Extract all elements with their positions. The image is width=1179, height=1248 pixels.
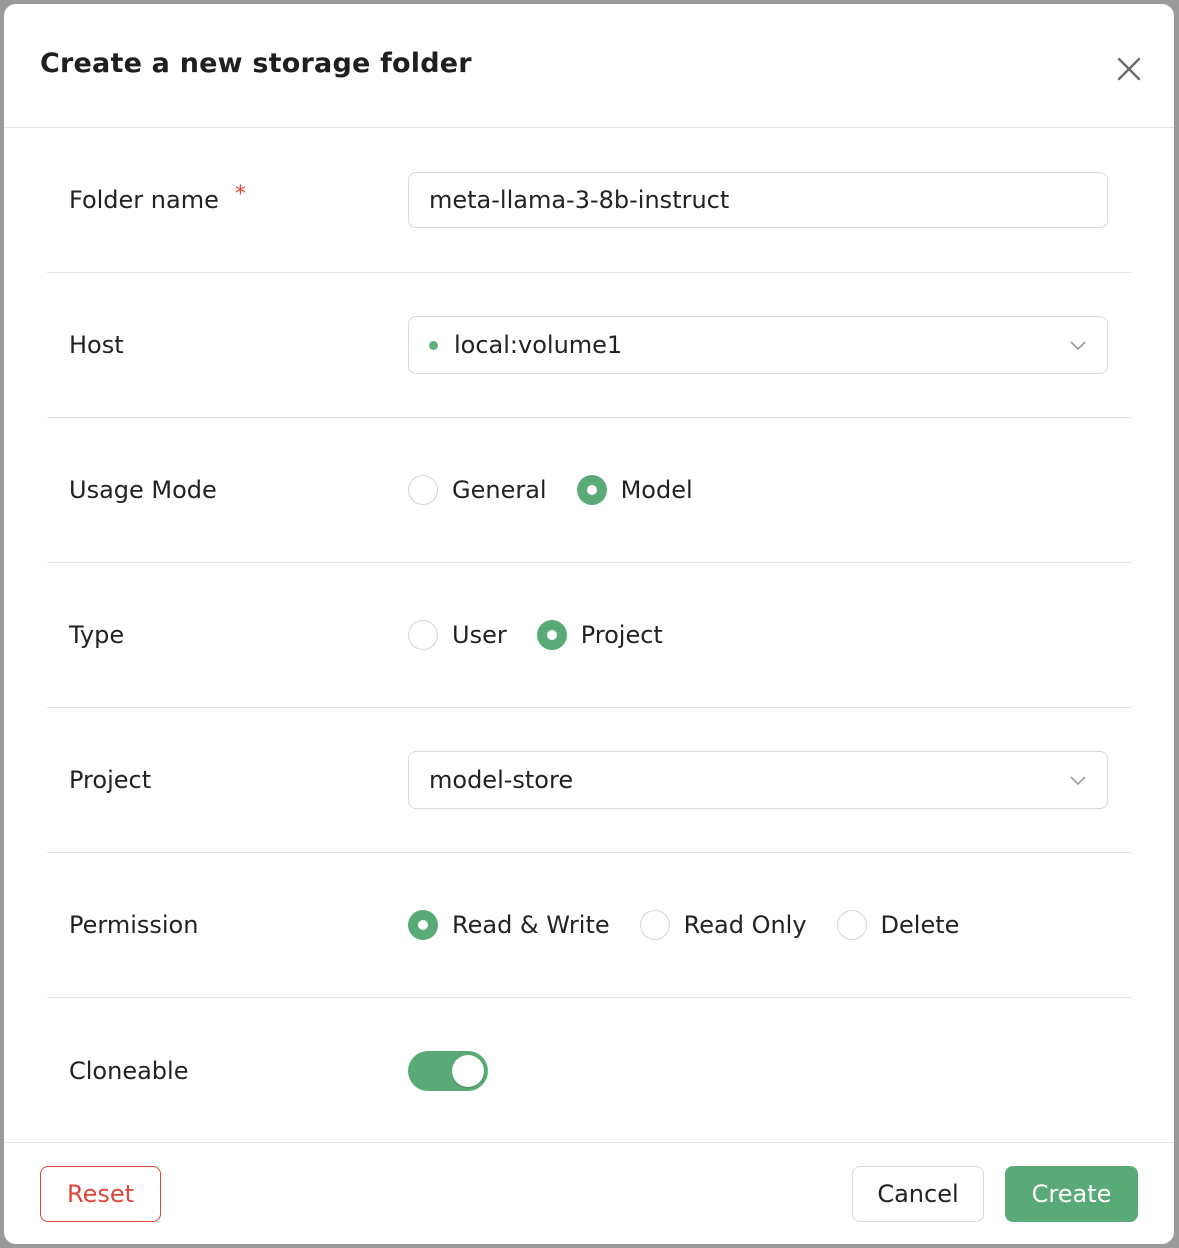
required-marker: * [234, 181, 246, 207]
usage-mode-option-model[interactable]: Model [576, 475, 693, 505]
type-option-project[interactable]: Project [536, 620, 663, 650]
radio-button-checked[interactable] [576, 475, 607, 505]
usage-mode-label: Usage Mode [69, 476, 217, 504]
radio-button-checked[interactable] [536, 620, 567, 650]
type-row: Type User Project [47, 563, 1131, 708]
type-radio-group: User Project [408, 620, 693, 650]
host-label: Host [69, 331, 124, 359]
folder-name-input[interactable] [408, 172, 1108, 228]
close-button[interactable] [1112, 52, 1146, 86]
radio-label: Delete [880, 911, 960, 939]
toggle-knob [452, 1054, 484, 1087]
chevron-down-icon [1070, 776, 1086, 786]
permission-option-read-write[interactable]: Read & Write [408, 910, 610, 940]
radio-label: Model [620, 476, 693, 504]
project-row: Project model-store [47, 708, 1131, 853]
host-status-dot [429, 340, 438, 350]
radio-label: User [452, 621, 507, 649]
reset-button[interactable]: Reset [40, 1166, 161, 1222]
radio-label: Read Only [683, 911, 807, 939]
radio-button[interactable] [836, 910, 867, 940]
cloneable-toggle[interactable] [408, 1050, 488, 1091]
dialog-header: Create a new storage folder [4, 4, 1174, 128]
close-icon [1117, 57, 1141, 81]
usage-mode-row: Usage Mode General Model [47, 418, 1131, 563]
folder-name-row: Folder name * [47, 128, 1131, 273]
create-folder-dialog: Create a new storage folder Folder name … [4, 4, 1174, 1244]
permission-radio-group: Read & Write Read Only Delete [408, 910, 989, 940]
cancel-button[interactable]: Cancel [852, 1166, 984, 1222]
permission-label: Permission [69, 911, 199, 939]
host-row: Host local:volume1 [47, 273, 1131, 418]
dialog-footer: Reset Cancel Create [4, 1142, 1174, 1244]
create-button[interactable]: Create [1005, 1166, 1138, 1222]
radio-button-checked[interactable] [408, 910, 438, 940]
radio-label: General [452, 476, 547, 504]
cloneable-row: Cloneable [47, 998, 1131, 1143]
folder-name-label-text: Folder name [69, 186, 219, 214]
folder-name-label: Folder name * [69, 128, 246, 272]
project-select[interactable]: model-store [408, 751, 1108, 809]
permission-option-delete[interactable]: Delete [836, 910, 960, 940]
cloneable-label: Cloneable [69, 1056, 189, 1085]
radio-label: Read & Write [452, 911, 610, 939]
radio-button[interactable] [639, 910, 670, 940]
host-select-value: local:volume1 [454, 331, 623, 359]
chevron-down-icon [1070, 341, 1086, 351]
radio-label: Project [580, 621, 663, 649]
permission-option-read-only[interactable]: Read Only [639, 910, 807, 940]
dialog-title: Create a new storage folder [40, 48, 472, 79]
project-select-value: model-store [429, 766, 574, 794]
host-select[interactable]: local:volume1 [408, 316, 1108, 374]
radio-button[interactable] [408, 620, 438, 650]
radio-button[interactable] [408, 475, 438, 505]
usage-mode-radio-group: General Model [408, 475, 723, 505]
project-label: Project [69, 766, 152, 794]
usage-mode-option-general[interactable]: General [408, 475, 547, 505]
permission-row: Permission Read & Write Read Only Delete [47, 853, 1131, 998]
type-label: Type [69, 621, 125, 649]
type-option-user[interactable]: User [408, 620, 507, 650]
